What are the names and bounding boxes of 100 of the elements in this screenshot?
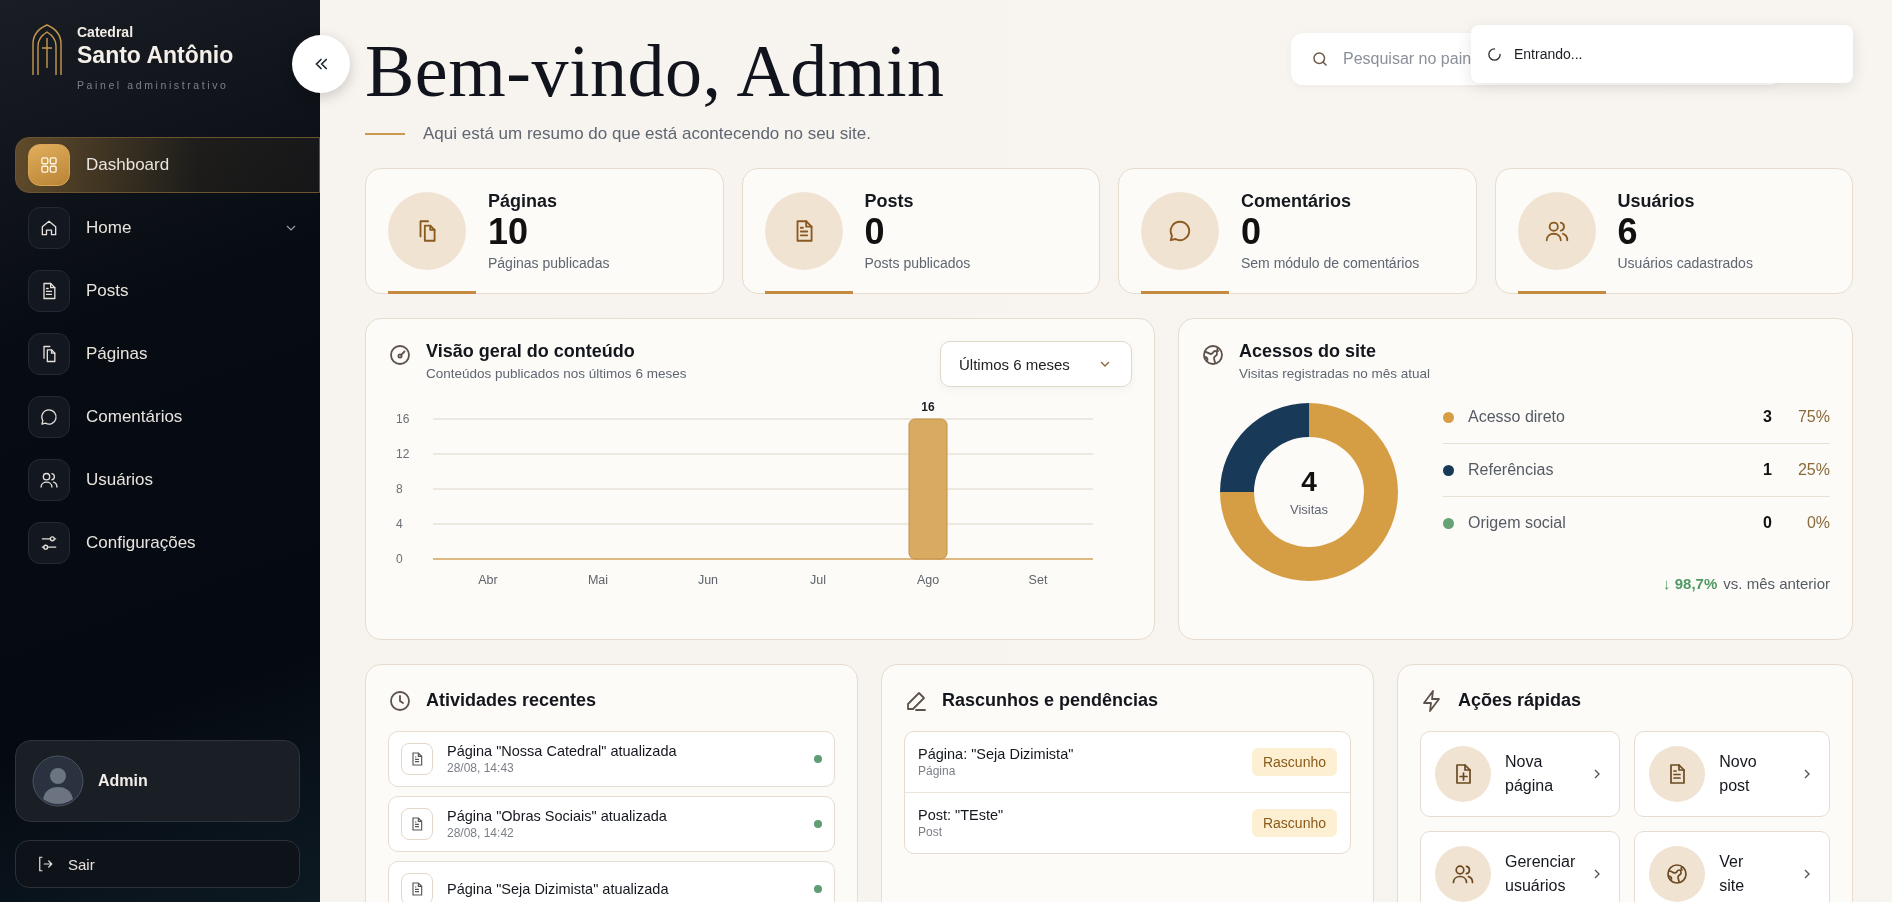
draft-title: Página: "Seja Dizimista" (918, 746, 1075, 762)
panel-subtitle: Visitas registradas no mês atual (1239, 366, 1432, 381)
panel-title: Visão geral do conteúdo (426, 341, 636, 362)
globe-icon (1665, 862, 1690, 886)
legend-percent: 25% (1796, 461, 1830, 479)
nav-item[interactable]: Comentários (15, 389, 320, 445)
stat-label: Posts (864, 190, 915, 212)
x-tick-label: Jun (697, 573, 719, 587)
legend-label: Referências (1468, 461, 1555, 479)
activity-item[interactable]: Página "Obras Sociais" atualizada 28/08, 14:42 (388, 796, 835, 852)
activity-title: Página "Obras Sociais" atualizada (447, 808, 668, 824)
trend-text: vs. mês anterior (1723, 575, 1830, 592)
stat-value: 0 (1241, 211, 1263, 252)
activity-title: Página "Seja Dizimista" atualizada (447, 881, 670, 897)
nav-item[interactable]: Posts (15, 263, 320, 319)
chat-icon (39, 407, 59, 427)
page-subtitle: Aqui está um resumo do que está acontecendo no seu site. (423, 124, 871, 144)
document-icon (409, 881, 425, 897)
gauge-icon (388, 343, 412, 367)
legend-label: Origem social (1468, 514, 1567, 532)
pen-icon (904, 689, 928, 713)
document-icon (409, 816, 425, 832)
x-tick-label: Mai (587, 573, 609, 587)
users-icon (39, 470, 59, 490)
draft-title: Post: "TEste" (918, 807, 1005, 823)
status-badge: Rascunho (1251, 748, 1337, 776)
legend-count: 3 (1763, 408, 1772, 426)
y-tick-label: 16 (396, 412, 410, 426)
activity-time: 28/08, 14:43 (447, 761, 515, 775)
quick-action-button[interactable]: Gerenciar usuários (1420, 831, 1621, 902)
avatar-silhouette (32, 755, 84, 807)
brand-overline: Catedral (77, 24, 135, 40)
y-tick-label: 12 (396, 447, 410, 461)
grid-icon (39, 155, 59, 175)
stat-caption: Posts publicados (864, 255, 971, 272)
sliders-icon (39, 533, 59, 553)
logout-button[interactable]: Sair (15, 840, 300, 888)
users-icon (1451, 862, 1475, 886)
total-label: Visitas (1289, 502, 1329, 517)
legend-count: 1 (1763, 461, 1772, 479)
panel-title: Atividades recentes (426, 689, 597, 711)
x-tick-label: Ago (916, 573, 940, 587)
brand-subtitle: Painel administrativo (77, 79, 230, 91)
period-dropdown[interactable]: Últimos 6 meses (940, 341, 1132, 387)
user-card[interactable]: Admin (15, 740, 300, 822)
draft-type: Página (918, 764, 957, 778)
stat-caption: Sem módulo de comentários (1241, 255, 1420, 272)
y-tick-label: 0 (396, 552, 403, 566)
quick-action-button[interactable]: Ver site (1634, 831, 1830, 902)
trend-value: ↓ 98,7% (1663, 575, 1718, 592)
activity-title: Página "Nossa Catedral" atualizada (447, 743, 678, 759)
activity-item[interactable]: Página "Seja Dizimista" atualizada (388, 861, 835, 902)
nav-item[interactable]: Configurações (15, 515, 320, 571)
collapse-sidebar-button[interactable] (292, 35, 350, 93)
chat-icon (1167, 218, 1193, 244)
nav-item[interactable]: Home (15, 200, 320, 256)
y-tick-label: 8 (396, 482, 403, 496)
total-visits: 4 (1301, 466, 1317, 498)
quick-action-button[interactable]: Novo post (1634, 731, 1830, 817)
y-tick-label: 4 (396, 517, 403, 531)
bar-value-label: 16 (921, 400, 935, 414)
cathedral-arch-logo (31, 24, 63, 76)
stat-label: Páginas (488, 190, 559, 212)
globe-icon (1201, 343, 1225, 367)
nav-item[interactable]: Dashboard (15, 137, 320, 193)
draft-type: Post (918, 825, 943, 839)
legend-count: 0 (1763, 514, 1772, 532)
stat-label: Comentários (1241, 190, 1353, 212)
panel-title: Acessos do site (1239, 341, 1378, 362)
panel-title: Rascunhos e pendências (942, 689, 1159, 711)
activity-item[interactable]: Página "Nossa Catedral" atualizada 28/08, 14:43 (388, 731, 835, 787)
toast-message: Entrando... (1514, 46, 1583, 62)
legend-percent: 0% (1805, 514, 1830, 532)
stat-value: 6 (1617, 211, 1639, 252)
search-icon (1311, 50, 1329, 68)
stat-value: 0 (864, 211, 886, 252)
page-title: Bem-vindo, Admin (365, 34, 945, 108)
stat-caption: Usuários cadastrados (1617, 255, 1753, 272)
panel-title: Ações rápidas (1458, 689, 1582, 711)
legend-label: Acesso direto (1468, 408, 1566, 426)
legend-percent: 75% (1796, 408, 1830, 426)
quick-action-button[interactable]: Nova página (1420, 731, 1621, 817)
panel-subtitle: Conteúdos publicados nos últimos 6 meses (426, 366, 688, 381)
brand-name: Santo Antônio (77, 42, 234, 69)
x-tick-label: Abr (478, 573, 498, 587)
status-badge: Rascunho (1251, 809, 1337, 837)
activity-time: 28/08, 14:42 (447, 826, 515, 840)
home-icon (39, 218, 59, 238)
clock-icon (388, 689, 412, 713)
nav-item[interactable]: Usuários (15, 452, 320, 508)
nav-item[interactable]: Páginas (15, 326, 320, 382)
stat-caption: Páginas publicadas (488, 255, 610, 272)
stat-value: 10 (488, 211, 529, 252)
user-name: Admin (98, 772, 148, 790)
x-tick-label: Set (1028, 573, 1048, 587)
document-icon (409, 751, 425, 767)
stat-label: Usuários (1617, 190, 1696, 212)
x-tick-label: Jul (810, 573, 826, 587)
logout-icon (36, 855, 54, 873)
spinner-icon (1487, 46, 1502, 62)
